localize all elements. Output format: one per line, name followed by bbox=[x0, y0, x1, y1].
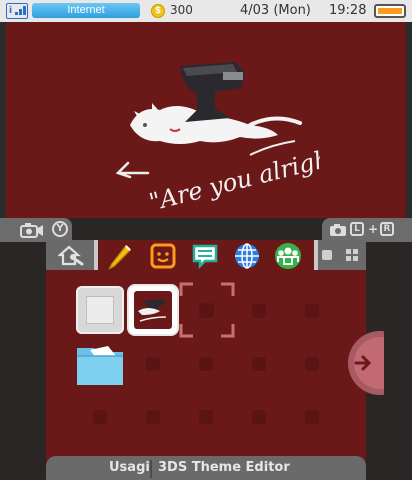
empty-slot[interactable] bbox=[93, 410, 107, 424]
empty-slot[interactable] bbox=[252, 357, 266, 371]
empty-slot[interactable] bbox=[252, 304, 266, 318]
folder-icon[interactable] bbox=[76, 344, 124, 386]
single-view-icon[interactable] bbox=[322, 250, 332, 260]
scroll-right-arrow[interactable] bbox=[344, 330, 384, 396]
settings-icon[interactable] bbox=[58, 244, 84, 266]
battery-icon bbox=[374, 4, 406, 18]
l-button-icon: L bbox=[350, 222, 364, 236]
internet-status-label: Internet bbox=[32, 3, 140, 18]
selection-cursor bbox=[179, 282, 235, 338]
empty-slot[interactable] bbox=[252, 410, 266, 424]
y-button-icon: Y bbox=[52, 221, 68, 237]
theme-app-icon[interactable] bbox=[129, 286, 177, 334]
date-display: 4/03 (Mon) bbox=[240, 3, 311, 18]
time-display: 19:28 bbox=[329, 3, 367, 18]
empty-slot[interactable] bbox=[305, 357, 319, 371]
banner-caption: "Are you alright?" bbox=[146, 136, 320, 215]
camera-icon bbox=[20, 223, 43, 238]
friend-list-icon[interactable] bbox=[274, 242, 302, 270]
chat-bubble-icon[interactable] bbox=[191, 242, 219, 270]
top-frame-left bbox=[0, 22, 6, 218]
software-title: 3DS Theme Editor bbox=[158, 460, 290, 475]
grid-view-icon[interactable] bbox=[346, 249, 358, 261]
miiverse-icon[interactable] bbox=[149, 242, 177, 270]
user-name: Usagi bbox=[109, 460, 150, 475]
tab-edge bbox=[314, 240, 318, 270]
bar-separator bbox=[150, 460, 152, 478]
blank-app-icon[interactable] bbox=[76, 286, 124, 334]
plus-sign: + bbox=[368, 222, 379, 236]
empty-slot[interactable] bbox=[305, 304, 319, 318]
empty-slot[interactable] bbox=[146, 410, 160, 424]
empty-slot[interactable] bbox=[199, 410, 213, 424]
empty-slot[interactable] bbox=[305, 410, 319, 424]
play-coin-icon: $ bbox=[151, 4, 165, 18]
anvil-graphic bbox=[180, 62, 245, 122]
browser-globe-icon[interactable] bbox=[233, 242, 261, 270]
r-button-icon: R bbox=[380, 222, 394, 236]
status-bar: i Internet $ 300 4/03 (Mon) 19:28 bbox=[0, 0, 412, 22]
play-coin-count: 300 bbox=[170, 3, 193, 17]
empty-slot[interactable] bbox=[199, 357, 213, 371]
wifi-signal-icon: i bbox=[6, 3, 28, 19]
camera-icon bbox=[330, 224, 346, 236]
empty-slot[interactable] bbox=[146, 357, 160, 371]
top-frame-right bbox=[406, 22, 412, 218]
tab-edge bbox=[94, 240, 98, 270]
top-screen: "Are you alright?" bbox=[0, 0, 412, 218]
notes-icon[interactable] bbox=[106, 242, 134, 270]
